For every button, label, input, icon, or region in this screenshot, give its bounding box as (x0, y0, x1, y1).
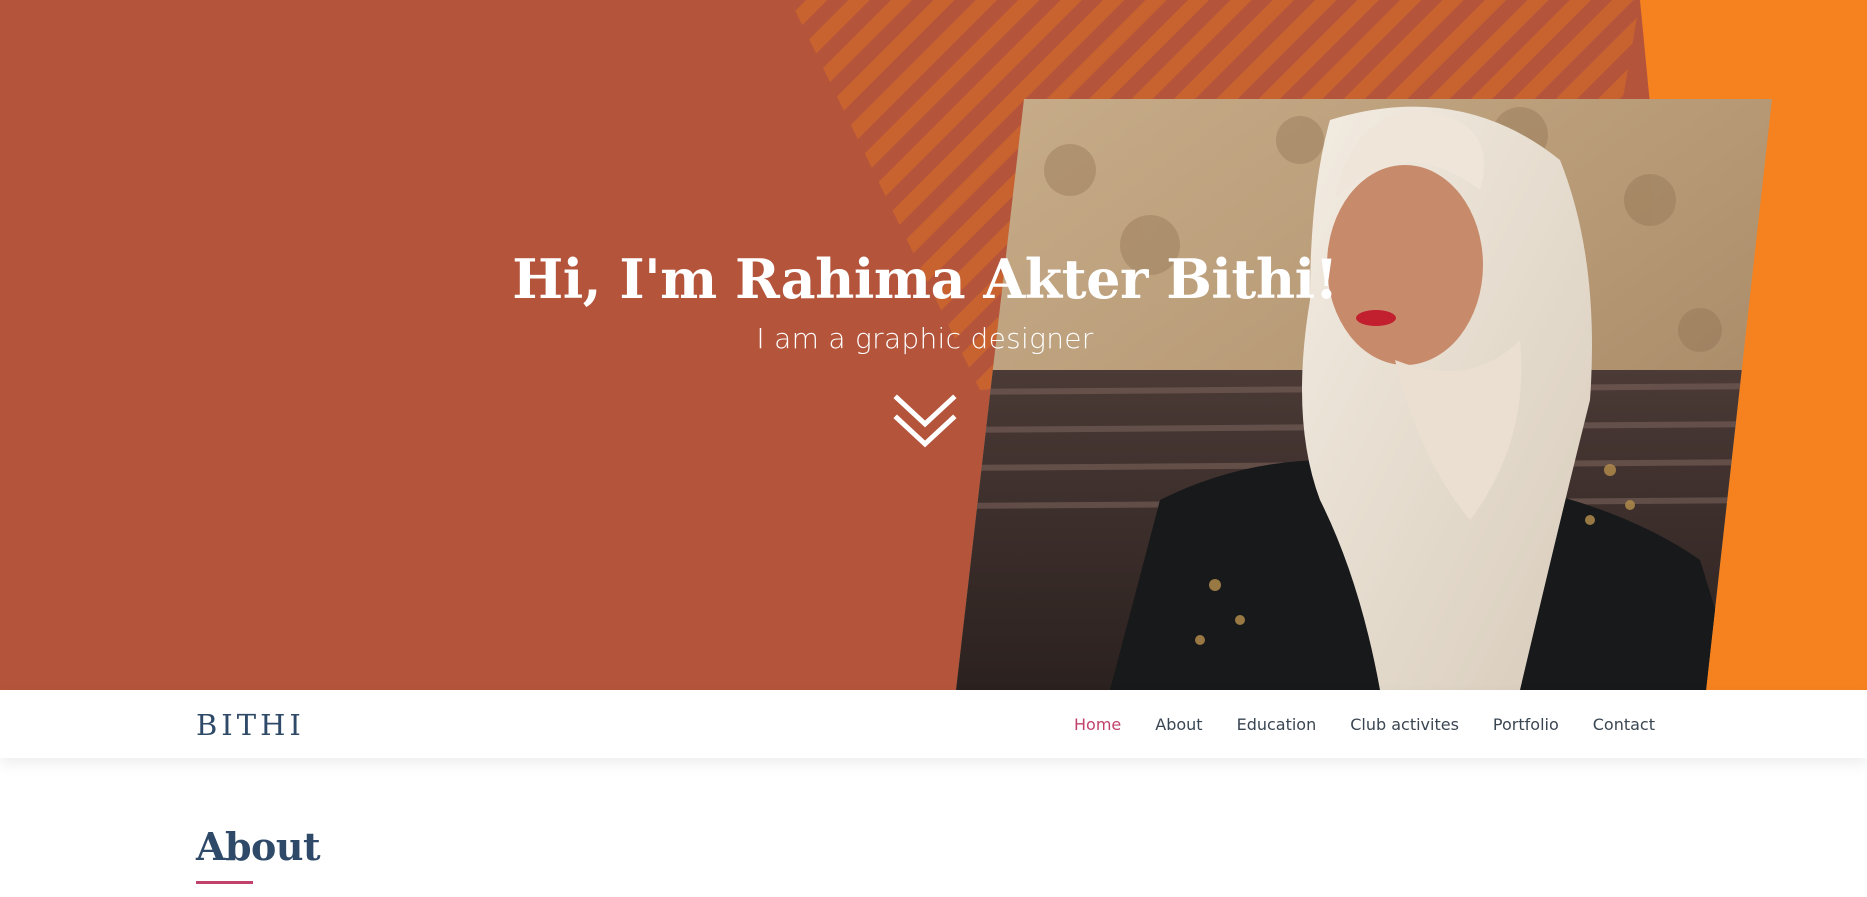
nav-links: Home About Education Club activites Port… (1074, 690, 1655, 758)
nav-link-home[interactable]: Home (1074, 715, 1121, 734)
nav-link-portfolio[interactable]: Portfolio (1493, 715, 1559, 734)
nav-link-contact[interactable]: Contact (1593, 715, 1655, 734)
hero-text-block: Hi, I'm Rahima Akter Bithi! I am a graph… (0, 0, 1867, 690)
nav-link-club-activities[interactable]: Club activites (1350, 715, 1459, 734)
hero-subheading: I am a graphic designer (756, 322, 1094, 355)
section-title-about: About (196, 824, 321, 869)
hero-heading: Hi, I'm Rahima Akter Bithi! (512, 247, 1338, 311)
nav-link-about[interactable]: About (1155, 715, 1202, 734)
main-navbar: BITHI Home About Education Club activite… (0, 690, 1867, 758)
brand-logo[interactable]: BITHI (196, 690, 305, 758)
section-title-underline (196, 881, 253, 884)
double-chevron-down-icon[interactable] (893, 392, 957, 452)
hero-section: Hi, I'm Rahima Akter Bithi! I am a graph… (0, 0, 1867, 690)
nav-link-education[interactable]: Education (1237, 715, 1317, 734)
